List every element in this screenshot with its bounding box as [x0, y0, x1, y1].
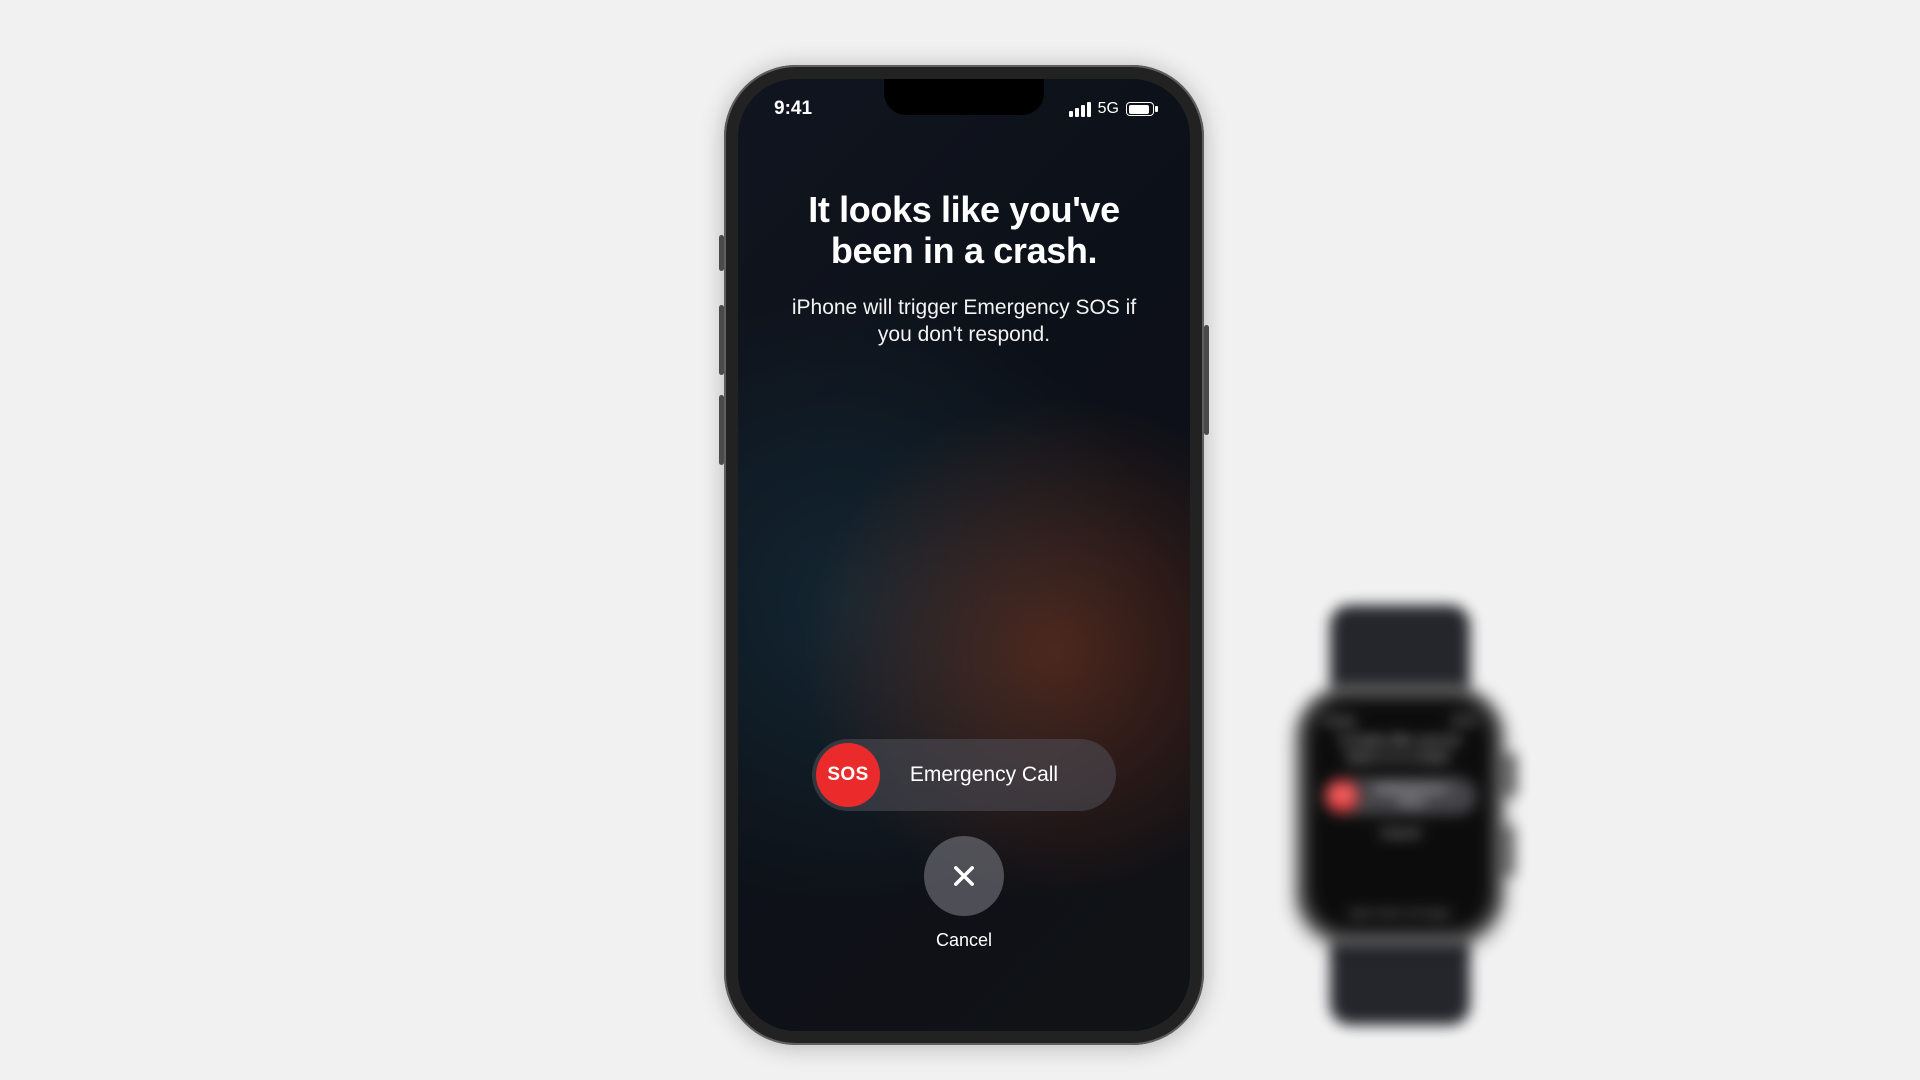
iphone-device: 9:41 5G It looks like you've been in a c… — [724, 65, 1204, 1045]
emergency-call-label: Emergency Call — [880, 763, 1116, 787]
cancel-label: Cancel — [936, 930, 992, 951]
cancel-button[interactable] — [924, 836, 1004, 916]
cellular-signal-icon — [1069, 102, 1091, 117]
apple-watch-device: Close 9:41 It looks like you've been in … — [1285, 605, 1515, 1025]
crash-detection-prompt: It looks like you've been in a crash. iP… — [738, 79, 1190, 1031]
watch-close-label[interactable]: Close — [1323, 713, 1356, 728]
volume-down-button — [719, 395, 724, 465]
status-time: 9:41 — [774, 98, 812, 120]
emergency-call-slider[interactable]: SOS Emergency Call — [812, 739, 1116, 811]
watch-time: 9:41 — [1452, 713, 1477, 728]
network-label: 5G — [1098, 100, 1119, 118]
digital-crown — [1505, 753, 1517, 797]
watch-emergency-slider[interactable]: SOS EMERGENCY CALL — [1323, 777, 1477, 815]
side-button — [1204, 325, 1209, 435]
volume-up-button — [719, 305, 724, 375]
watch-sos-knob[interactable]: SOS — [1326, 780, 1358, 812]
cancel-group: Cancel — [738, 836, 1190, 951]
close-icon — [950, 862, 978, 890]
mute-switch — [719, 235, 724, 271]
watch-side-button — [1505, 825, 1515, 877]
iphone-screen: 9:41 5G It looks like you've been in a c… — [738, 79, 1190, 1031]
crash-headline: It looks like you've been in a crash. — [738, 189, 1190, 272]
watch-emergency-label: EMERGENCY CALL — [1358, 783, 1477, 808]
watch-screen: Close 9:41 It looks like you've been in … — [1311, 701, 1489, 929]
watch-crash-headline: It looks like you've been in a crash. — [1323, 732, 1477, 767]
status-bar: 9:41 5G — [738, 95, 1190, 123]
watch-status-bar: Close 9:41 — [1323, 713, 1477, 728]
sos-knob[interactable]: SOS — [816, 743, 880, 807]
crash-subline: iPhone will trigger Emergency SOS if you… — [738, 294, 1190, 349]
watch-footer-text: Apple Watch will trigger — [1323, 908, 1477, 919]
status-right: 5G — [1069, 100, 1154, 118]
battery-icon — [1126, 102, 1154, 116]
watch-case: Close 9:41 It looks like you've been in … — [1295, 685, 1505, 945]
watch-cancel-label[interactable]: Cancel — [1323, 825, 1477, 840]
